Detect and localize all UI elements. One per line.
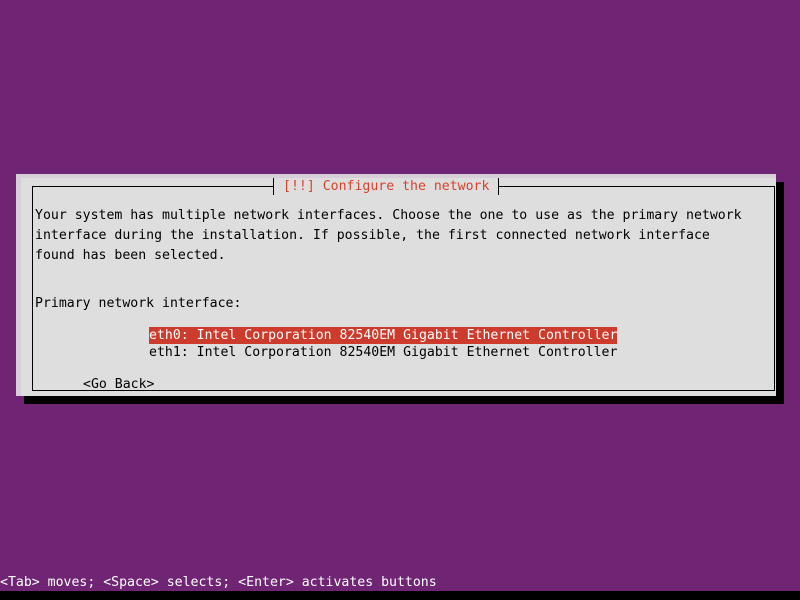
- primary-network-interface-label: Primary network interface:: [35, 296, 242, 311]
- bottom-black-strip: [0, 591, 800, 600]
- configure-network-dialog: [!!] Configure the network Your system h…: [16, 174, 784, 404]
- description-line-1: Your system has multiple network interfa…: [35, 208, 742, 223]
- dialog-button-row: <Go Back>: [83, 377, 766, 393]
- interface-option-eth0[interactable]: eth0: Intel Corporation 82540EM Gigabit …: [149, 327, 618, 344]
- dialog-title: [!!] Configure the network: [283, 178, 490, 194]
- dialog-body: Your system has multiple network interfa…: [35, 208, 766, 393]
- interface-choice-list[interactable]: eth0: Intel Corporation 82540EM Gigabit …: [149, 327, 766, 361]
- title-right-tick: [498, 178, 500, 195]
- list-item[interactable]: eth0: Intel Corporation 82540EM Gigabit …: [149, 327, 766, 344]
- interface-option-eth1[interactable]: eth1: Intel Corporation 82540EM Gigabit …: [149, 344, 617, 361]
- list-item[interactable]: eth1: Intel Corporation 82540EM Gigabit …: [149, 344, 766, 361]
- description-line-3: found has been selected.: [35, 248, 226, 263]
- go-back-button[interactable]: <Go Back>: [83, 377, 154, 393]
- installer-screen: [!!] Configure the network Your system h…: [0, 0, 800, 600]
- dialog-title-bar: [!!] Configure the network: [273, 178, 500, 195]
- dialog-panel: [!!] Configure the network Your system h…: [16, 174, 776, 396]
- description-line-2: interface during the installation. If po…: [35, 228, 710, 243]
- keyboard-hint-status-bar: <Tab> moves; <Space> selects; <Enter> ac…: [0, 575, 437, 590]
